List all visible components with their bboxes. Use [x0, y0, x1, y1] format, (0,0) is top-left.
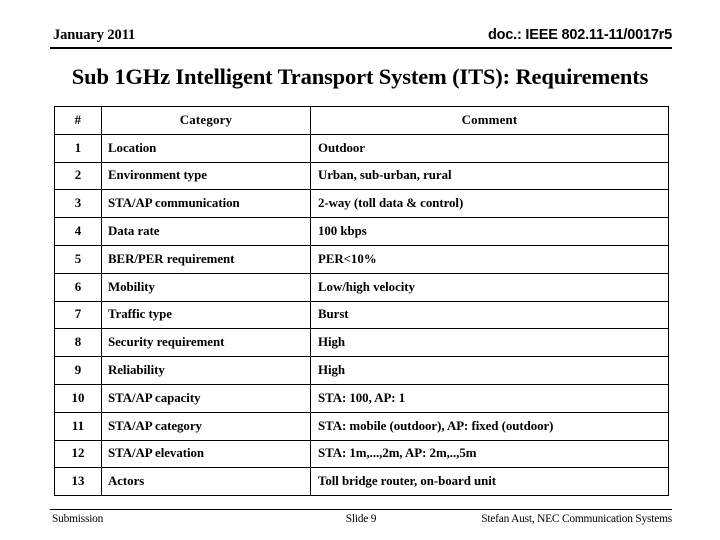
cell-comment: STA: 1m,...,2m, AP: 2m,..,5m	[310, 439, 669, 469]
cell-comment: Burst	[310, 300, 669, 330]
cell-number: 5	[54, 244, 102, 274]
table-row: 4 Data rate 100 kbps	[54, 217, 669, 246]
cell-number: 10	[54, 383, 102, 413]
table-row: 8 Security requirement High	[54, 328, 669, 358]
cell-category: STA/AP elevation	[101, 439, 311, 469]
cell-number: 2	[54, 161, 102, 191]
slide-footer: Submission Slide 9 Stefan Aust, NEC Comm…	[50, 513, 672, 531]
footer-divider	[50, 509, 672, 510]
cell-category: Environment type	[101, 161, 311, 191]
table-row: 11 STA/AP category STA: mobile (outdoor)…	[54, 411, 669, 441]
slide-canvas: January 2011 doc.: IEEE 802.11-11/0017r5…	[0, 0, 720, 540]
table-row: 13 Actors Toll bridge router, on-board u…	[54, 467, 669, 497]
cell-comment: 100 kbps	[310, 217, 669, 246]
column-header-comment: Comment	[310, 106, 669, 135]
cell-category: BER/PER requirement	[101, 244, 311, 274]
cell-number: 1	[54, 133, 102, 163]
cell-number: 11	[54, 411, 102, 441]
cell-number: 6	[54, 272, 102, 302]
cell-comment: Urban, sub-urban, rural	[310, 161, 669, 191]
cell-comment: 2-way (toll data & control)	[310, 189, 669, 219]
page-title: Sub 1GHz Intelligent Transport System (I…	[71, 64, 649, 89]
table-row: 9 Reliability High	[54, 356, 669, 385]
requirements-table: # Category Comment 1 Location Outdoor 2 …	[54, 106, 669, 497]
cell-number: 13	[54, 467, 102, 497]
cell-comment: Toll bridge router, on-board unit	[310, 467, 669, 497]
table-row: 10 STA/AP capacity STA: 100, AP: 1	[54, 383, 669, 413]
cell-category: STA/AP communication	[101, 189, 311, 219]
column-header-number: #	[54, 106, 102, 135]
cell-category: STA/AP capacity	[101, 383, 311, 413]
cell-comment: PER<10%	[310, 244, 669, 274]
cell-number: 12	[54, 439, 102, 469]
cell-category: Data rate	[101, 217, 311, 246]
table-row: 6 Mobility Low/high velocity	[54, 272, 669, 302]
cell-comment: High	[310, 356, 669, 385]
column-header-category: Category	[101, 106, 311, 135]
table-row: 5 BER/PER requirement PER<10%	[54, 244, 669, 274]
cell-number: 7	[54, 300, 102, 330]
cell-category: STA/AP category	[101, 411, 311, 441]
cell-number: 4	[54, 217, 102, 246]
table-row: 2 Environment type Urban, sub-urban, rur…	[54, 161, 669, 191]
cell-comment: STA: mobile (outdoor), AP: fixed (outdoo…	[310, 411, 669, 441]
table-row: 3 STA/AP communication 2-way (toll data …	[54, 189, 669, 219]
header-date: January 2011	[53, 27, 136, 43]
cell-category: Location	[101, 133, 311, 163]
slide-header: January 2011 doc.: IEEE 802.11-11/0017r5	[50, 27, 672, 47]
requirements-table-container: # Category Comment 1 Location Outdoor 2 …	[54, 106, 669, 497]
footer-author: Stefan Aust, NEC Communication Systems	[481, 513, 672, 525]
table-header-row: # Category Comment	[54, 106, 669, 135]
cell-comment: Outdoor	[310, 133, 669, 163]
cell-category: Mobility	[101, 272, 311, 302]
cell-comment: High	[310, 328, 669, 358]
cell-category: Traffic type	[101, 300, 311, 330]
table-row: 12 STA/AP elevation STA: 1m,...,2m, AP: …	[54, 439, 669, 469]
cell-category: Reliability	[101, 356, 311, 385]
cell-category: Security requirement	[101, 328, 311, 358]
cell-number: 8	[54, 328, 102, 358]
header-doc-reference: doc.: IEEE 802.11-11/0017r5	[487, 27, 672, 43]
cell-category: Actors	[101, 467, 311, 497]
cell-number: 3	[54, 189, 102, 219]
cell-comment: STA: 100, AP: 1	[310, 383, 669, 413]
header-divider	[50, 47, 672, 49]
cell-number: 9	[54, 356, 102, 385]
table-row: 1 Location Outdoor	[54, 133, 669, 163]
cell-comment: Low/high velocity	[310, 272, 669, 302]
table-row: 7 Traffic type Burst	[54, 300, 669, 330]
